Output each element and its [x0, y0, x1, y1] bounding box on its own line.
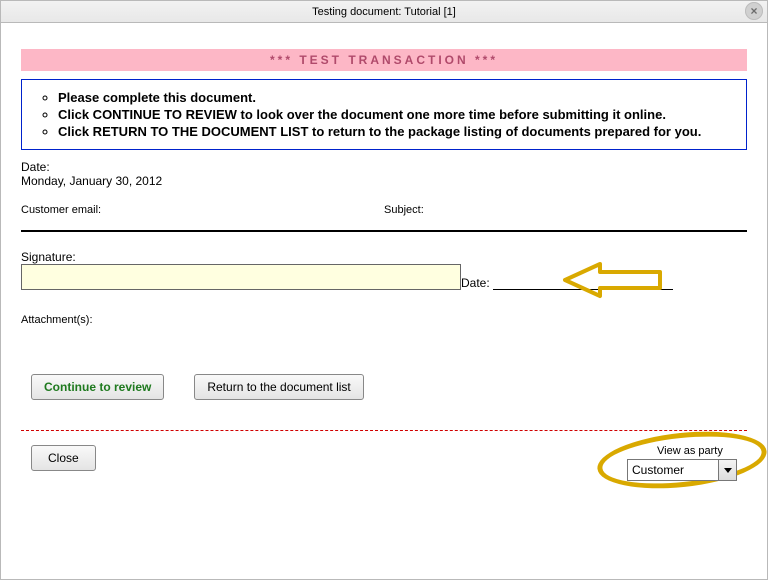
instruction-item: Please complete this document.: [58, 90, 734, 105]
annotation-arrow-icon: [555, 260, 665, 300]
customer-email-label: Customer email:: [21, 204, 384, 216]
window-titlebar: Testing document: Tutorial [1] ×: [1, 1, 767, 23]
close-button[interactable]: Close: [31, 445, 96, 471]
divider-line: [21, 230, 747, 232]
instructions-box: Please complete this document. Click CON…: [21, 79, 747, 150]
test-transaction-banner: *** TEST TRANSACTION ***: [21, 49, 747, 71]
close-icon[interactable]: ×: [745, 2, 763, 20]
instruction-item: Click RETURN TO THE DOCUMENT LIST to ret…: [58, 124, 734, 139]
view-as-party-selected: Customer: [632, 463, 684, 477]
return-to-document-list-button[interactable]: Return to the document list: [194, 374, 363, 400]
dashed-separator: [21, 430, 747, 431]
subject-label: Subject:: [384, 204, 747, 216]
view-as-party-select[interactable]: Customer: [627, 459, 737, 481]
date-value: Monday, January 30, 2012: [21, 174, 162, 188]
instruction-item: Click CONTINUE TO REVIEW to look over th…: [58, 107, 734, 122]
attachments-label: Attachment(s):: [21, 314, 747, 326]
date-label: Date:: [21, 160, 50, 174]
date2-label: Date:: [461, 276, 490, 290]
continue-to-review-button[interactable]: Continue to review: [31, 374, 164, 400]
view-as-party-label: View as party: [657, 445, 737, 457]
window-title: Testing document: Tutorial [1]: [312, 6, 456, 18]
signature-field[interactable]: [21, 264, 461, 290]
chevron-down-icon: [718, 460, 736, 480]
signature-label: Signature:: [21, 250, 461, 264]
